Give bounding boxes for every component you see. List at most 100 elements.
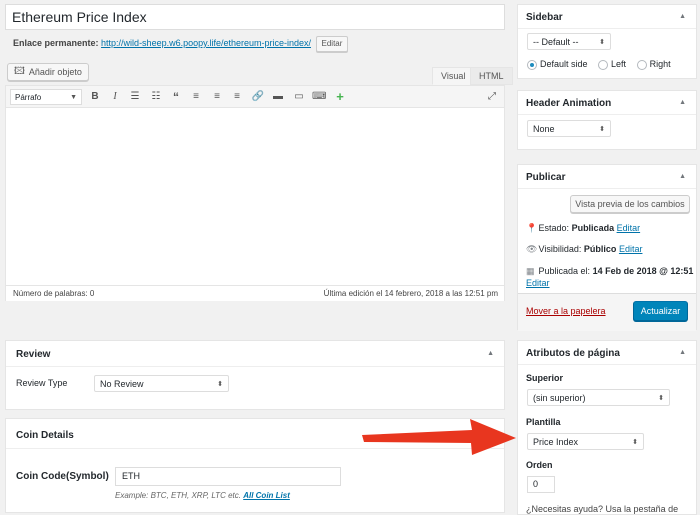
sidebar-box-title: Sidebar — [526, 12, 563, 23]
chevron-updown-icon: ⬍ — [599, 125, 605, 133]
coin-code-input[interactable]: ETH — [115, 467, 341, 486]
post-title-input[interactable]: Ethereum Price Index — [5, 4, 505, 30]
chevron-updown-icon: ⬍ — [217, 380, 223, 388]
parent-select-value: (sin superior) — [533, 392, 586, 403]
template-select[interactable]: Price Index ⬍ — [527, 433, 644, 450]
parent-label: Superior — [526, 373, 564, 383]
template-select-value: Price Index — [533, 436, 579, 447]
published-date-value: 14 Feb de 2018 @ 12:51 — [592, 266, 694, 276]
collapse-up-icon[interactable]: ▲ — [679, 349, 686, 356]
link-icon[interactable]: 🔗 — [251, 89, 265, 105]
publish-box: Publicar ▲ Vista previa de los cambios 📍… — [517, 164, 697, 331]
add-media-button[interactable]: 🖾 Añadir objeto — [7, 63, 89, 81]
review-header[interactable]: Review ▲ — [6, 341, 504, 367]
review-type-label: Review Type — [16, 378, 68, 388]
chevron-updown-icon: ⬍ — [658, 394, 664, 402]
numbered-list-icon[interactable]: ☷ — [149, 89, 163, 105]
review-title: Review — [16, 349, 51, 360]
sidebar-box-header[interactable]: Sidebar ▲ — [518, 5, 696, 29]
order-input[interactable]: 0 — [527, 476, 555, 493]
permalink-edit-button[interactable]: Editar — [315, 36, 349, 52]
published-date-edit-link[interactable]: Editar — [526, 277, 550, 289]
status-value: Publicada — [571, 223, 615, 233]
bullet-list-icon[interactable]: ☰ — [128, 89, 142, 105]
preview-changes-button[interactable]: Vista previa de los cambios — [570, 195, 690, 213]
sidebar-select[interactable]: -- Default -- ⬍ — [527, 33, 611, 50]
pin-icon: 📍 — [526, 223, 538, 233]
header-animation-select[interactable]: None ⬍ — [527, 120, 611, 137]
chevron-updown-icon: ⬍ — [632, 438, 638, 446]
status-row: 📍 Estado: Publicada Editar — [526, 223, 641, 233]
coin-details-title: Coin Details — [16, 430, 74, 441]
last-edit: Última edición el 14 febrero, 2018 a las… — [323, 289, 498, 298]
sidebar-select-value: -- Default -- — [533, 36, 579, 47]
radio-left[interactable]: Left — [598, 59, 626, 70]
fullscreen-icon[interactable]: ⤢ — [485, 89, 499, 105]
permalink-link[interactable]: http://wild-sheep.w6.poopy.life/ethereum… — [101, 38, 311, 48]
radio-selected-icon — [527, 59, 537, 70]
permalink-label: Enlace permanente: — [13, 38, 99, 48]
header-animation-header[interactable]: Header Animation ▲ — [518, 91, 696, 115]
page-attributes-title: Atributos de página — [526, 348, 620, 359]
order-label: Orden — [526, 460, 553, 470]
add-media-label: Añadir objeto — [28, 67, 82, 77]
tab-visual[interactable]: Visual — [432, 67, 475, 85]
word-count: Número de palabras: 0 — [13, 289, 95, 298]
review-type-value: No Review — [100, 378, 144, 389]
media-icon: 🖾 — [14, 65, 25, 77]
coin-code-label: Coin Code(Symbol) — [16, 471, 109, 482]
publish-title: Publicar — [526, 172, 566, 183]
coin-code-help: Example: BTC, ETH, XRP, LTC etc. All Coi… — [115, 491, 290, 500]
calendar-icon: ▦ — [526, 266, 535, 276]
page-attributes-help: ¿Necesitas ayuda? Usa la pestaña de — [526, 504, 679, 514]
radio-icon — [598, 59, 609, 70]
parent-select[interactable]: (sin superior) ⬍ — [527, 389, 670, 406]
visibility-row: 👁 Visibilidad: Público Editar — [526, 244, 643, 254]
publish-header[interactable]: Publicar ▲ — [518, 165, 696, 189]
header-animation-title: Header Animation — [526, 98, 612, 109]
status-edit-link[interactable]: Editar — [617, 223, 641, 233]
italic-icon[interactable]: I — [108, 89, 122, 105]
radio-icon — [636, 59, 647, 70]
review-box: Review ▲ Review Type No Review ⬍ — [5, 340, 505, 410]
editor-status-bar: Número de palabras: 0 Última edición el … — [6, 285, 504, 301]
editor-area[interactable] — [5, 85, 505, 301]
align-center-icon[interactable]: ≡ — [210, 89, 224, 105]
permalink-row: Enlace permanente: http://wild-sheep.w6.… — [13, 36, 349, 52]
publish-actions: Mover a la papelera Actualizar — [518, 293, 696, 331]
update-button[interactable]: Actualizar — [633, 301, 688, 321]
tab-html[interactable]: HTML — [470, 67, 513, 85]
blockquote-icon[interactable]: “ — [169, 89, 183, 105]
chevron-down-icon: ▼ — [70, 93, 77, 101]
align-right-icon[interactable]: ≡ — [230, 89, 244, 105]
sidebar-box: Sidebar ▲ -- Default -- ⬍ Default side L… — [517, 4, 697, 79]
collapse-up-icon[interactable]: ▲ — [487, 350, 494, 357]
all-coin-list-link[interactable]: All Coin List — [243, 491, 290, 500]
eye-icon: 👁 — [526, 244, 538, 254]
collapse-up-icon[interactable]: ▲ — [679, 13, 686, 20]
format-select[interactable]: Párrafo ▼ — [10, 89, 82, 105]
bold-icon[interactable]: B — [88, 89, 102, 105]
header-animation-value: None — [533, 123, 555, 134]
align-left-icon[interactable]: ≡ — [189, 89, 203, 105]
add-plus-icon[interactable]: + — [333, 89, 347, 105]
keyboard-icon[interactable]: ⌨ — [312, 89, 326, 105]
collapse-up-icon[interactable]: ▲ — [679, 99, 686, 106]
radio-default-side[interactable]: Default side — [527, 59, 588, 70]
format-select-value: Párrafo — [15, 92, 42, 102]
published-date-row: ▦ Publicada el: 14 Feb de 2018 @ 12:51 — [526, 266, 694, 276]
page-attributes-header[interactable]: Atributos de página ▲ — [518, 341, 696, 365]
toolbar-toggle-icon[interactable]: ▭ — [292, 89, 306, 105]
review-type-select[interactable]: No Review ⬍ — [94, 375, 229, 392]
radio-right[interactable]: Right — [636, 59, 671, 70]
read-more-icon[interactable]: ▬ — [271, 89, 285, 105]
template-label: Plantilla — [526, 417, 561, 427]
annotation-arrow-icon — [362, 419, 516, 455]
move-to-trash-link[interactable]: Mover a la papelera — [526, 306, 606, 316]
collapse-up-icon[interactable]: ▲ — [679, 173, 686, 180]
page-attributes-box: Atributos de página ▲ Superior (sin supe… — [517, 340, 697, 515]
visibility-edit-link[interactable]: Editar — [619, 244, 643, 254]
header-animation-box: Header Animation ▲ None ⬍ — [517, 90, 697, 150]
visibility-value: Público — [583, 244, 617, 254]
coin-code-help-text: Example: BTC, ETH, XRP, LTC etc. — [115, 491, 241, 500]
